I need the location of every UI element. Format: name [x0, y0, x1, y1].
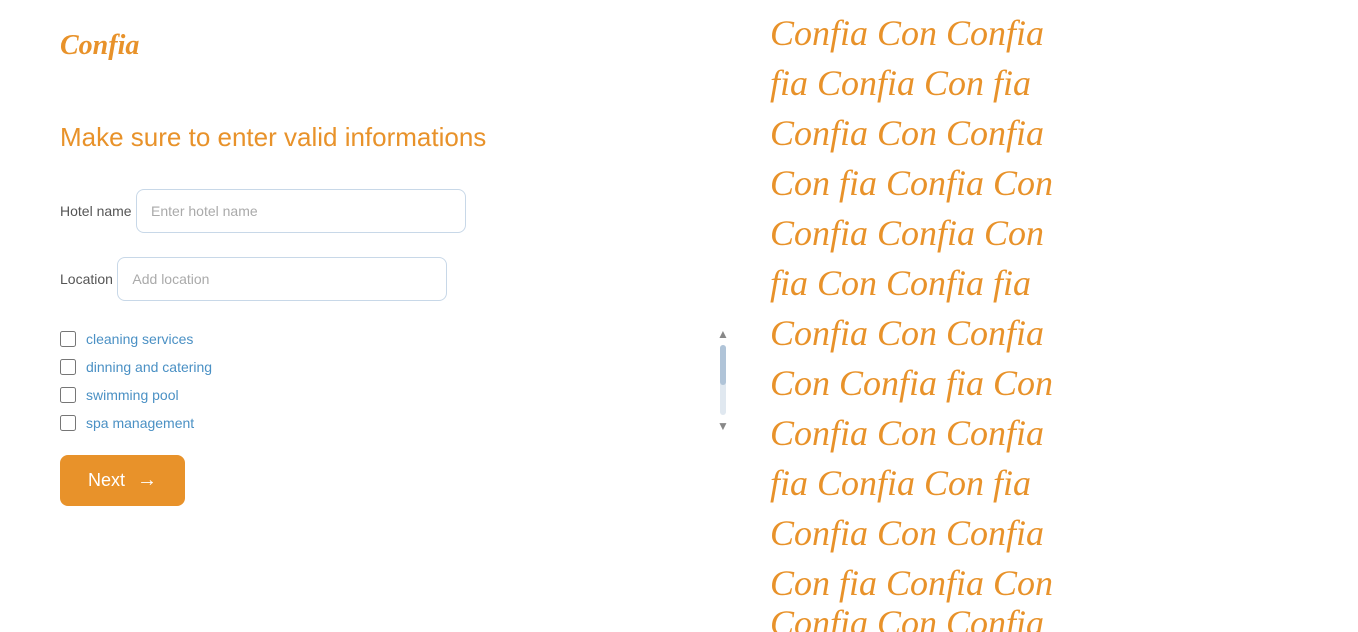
location-input[interactable] [117, 257, 447, 301]
background-pattern: Confia Con Confia fia Confia Con fia Con… [770, 0, 1358, 632]
svg-text:Confia Con Confia: Confia Con Confia [770, 113, 1044, 153]
svg-text:Confia Con Confia: Confia Con Confia [770, 13, 1044, 53]
right-panel: Confia Con Confia fia Confia Con fia Con… [770, 0, 1358, 632]
label-cleaning: cleaning services [86, 331, 193, 347]
services-list: cleaning services dinning and catering swi… [60, 325, 222, 435]
label-pool: swimming pool [86, 387, 179, 403]
svg-text:fia Confia Con fia: fia Confia Con fia [770, 463, 1031, 503]
svg-text:fia Con Confia fia: fia Con Confia fia [770, 263, 1031, 303]
svg-text:Con fia Confia Con: Con fia Confia Con [770, 163, 1053, 203]
svg-text:Con fia Confia Con: Con fia Confia Con [770, 563, 1053, 603]
location-field: Location [60, 257, 710, 325]
next-button-label: Next [88, 470, 125, 491]
svg-text:Confia Con Confia: Confia Con Confia [770, 513, 1044, 553]
scroll-up-icon[interactable]: ▲ [717, 327, 729, 341]
checkbox-spa[interactable] [60, 415, 76, 431]
service-item-cleaning[interactable]: cleaning services [60, 325, 212, 353]
logo-text: Confia [60, 30, 139, 61]
svg-text:Con Confia fia Con: Con Confia fia Con [770, 363, 1053, 403]
page-heading: Make sure to enter valid informations [60, 122, 710, 153]
checkbox-dining[interactable] [60, 359, 76, 375]
hotel-name-field: Hotel name [60, 189, 710, 257]
logo: Confia [60, 30, 710, 62]
label-spa: spa management [86, 415, 194, 431]
hotel-name-input[interactable] [136, 189, 466, 233]
hotel-name-label: Hotel name [60, 203, 132, 219]
next-button[interactable]: Next → [60, 455, 185, 506]
label-dining: dinning and catering [86, 359, 212, 375]
service-item-spa[interactable]: spa management [60, 409, 212, 435]
svg-text:Confia Confia Con: Confia Confia Con [770, 213, 1044, 253]
svg-text:Confia Con Confia: Confia Con Confia [770, 603, 1044, 632]
arrow-right-icon: → [137, 469, 157, 492]
checkbox-cleaning[interactable] [60, 331, 76, 347]
svg-text:Confia Con Confia: Confia Con Confia [770, 313, 1044, 353]
scroll-indicator: ▲ ▼ [716, 325, 730, 435]
svg-text:fia Confia Con fia: fia Confia Con fia [770, 63, 1031, 103]
service-item-pool[interactable]: swimming pool [60, 381, 212, 409]
checkbox-pool[interactable] [60, 387, 76, 403]
pattern-svg: Confia Con Confia fia Confia Con fia Con… [770, 0, 1358, 632]
scrollbar-track [720, 345, 726, 415]
location-label: Location [60, 271, 113, 287]
left-panel: Confia Make sure to enter valid informat… [0, 0, 770, 632]
scroll-down-icon[interactable]: ▼ [717, 419, 729, 433]
svg-text:Confia Con Confia: Confia Con Confia [770, 413, 1044, 453]
services-container: cleaning services dinning and catering swi… [60, 325, 710, 435]
service-item-dining[interactable]: dinning and catering [60, 353, 212, 381]
scrollbar-thumb [720, 345, 726, 385]
